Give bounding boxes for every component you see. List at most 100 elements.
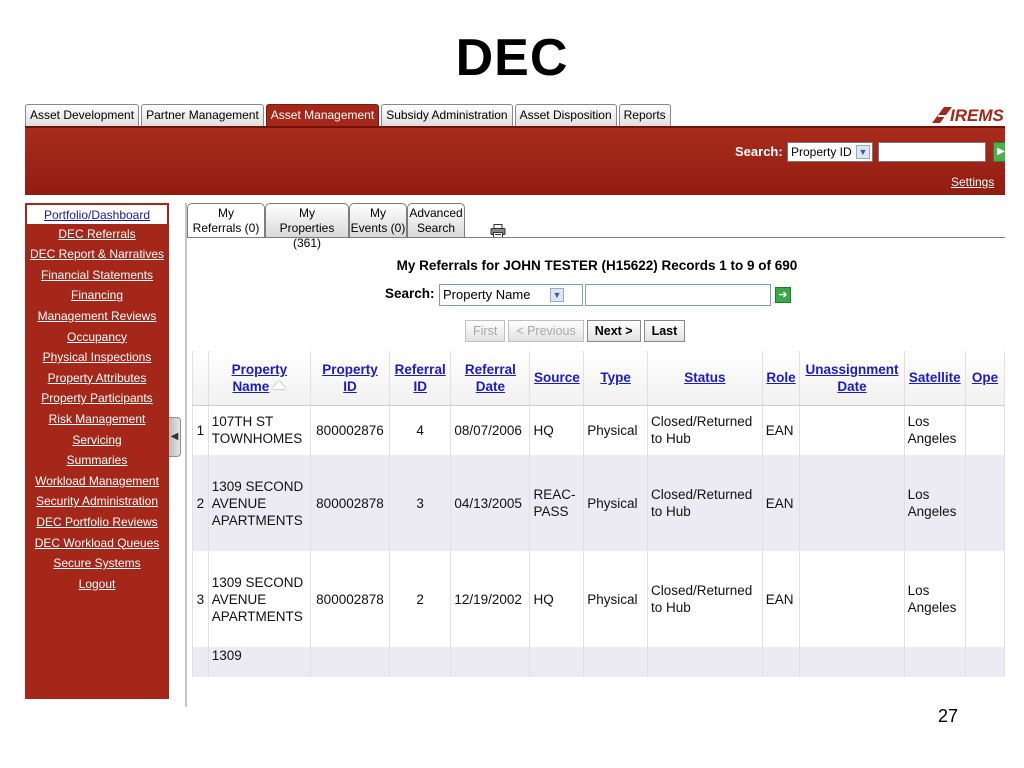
sidebar-item-financing[interactable]: Financing <box>25 285 169 306</box>
column-header-property-name[interactable]: Property Name <box>207 351 311 406</box>
panel-search-go-icon[interactable]: ➜ <box>775 287 791 303</box>
tab-asset-management[interactable]: Asset Management <box>265 104 380 126</box>
tab-my-properties-361[interactable]: My Properties (361) <box>265 203 349 250</box>
sidebar-item-security-administration[interactable]: Security Administration <box>25 491 169 512</box>
sidebar-item-servicing[interactable]: Servicing <box>25 430 169 451</box>
column-header-type[interactable]: Type <box>583 351 648 406</box>
main-panel: My Referrals (0) My Properties (361) My Event… <box>185 203 1005 707</box>
cell-type: Physical <box>583 455 648 551</box>
sort-ascending-icon <box>272 381 287 390</box>
header-bar: Search: Property ID ▼ ▶ Settings <box>25 126 1005 195</box>
sidebar-item-workload-management[interactable]: Workload Management <box>25 471 169 492</box>
sidebar-item-portfolio-dashboard[interactable]: Portfolio/Dashboard <box>27 205 167 224</box>
cell-property-id <box>309 647 391 677</box>
cell-unassignment-date <box>799 647 905 677</box>
sidebar-item-management-reviews[interactable]: Management Reviews <box>25 306 169 327</box>
print-icon[interactable] <box>490 224 506 238</box>
column-header-label: Satellite <box>908 370 961 386</box>
cell-referral-id <box>389 647 452 677</box>
column-header-property-id[interactable]: Property ID <box>309 351 391 406</box>
column-header-satellite[interactable]: Satellite <box>903 351 967 406</box>
table-row[interactable]: 3 1309 SECOND AVENUE APARTMENTS 800002878 2… <box>192 551 1005 647</box>
sidebar-item-physical-inspections[interactable]: Physical Inspections <box>25 347 169 368</box>
slide-title: DEC <box>455 29 569 87</box>
column-header-label: Role <box>766 370 796 386</box>
cell-type: Physical <box>583 405 648 455</box>
next-page-button[interactable]: Next > <box>586 320 641 342</box>
tab-label-line1: Advanced <box>409 206 463 220</box>
tab-asset-disposition[interactable]: Asset Disposition <box>514 104 617 126</box>
last-page-button[interactable]: Last <box>643 320 686 342</box>
sidebar-item-occupancy[interactable]: Occupancy <box>25 327 169 348</box>
sidebar-item-summaries[interactable]: Summaries <box>25 450 169 471</box>
column-header-label: Type <box>600 370 631 386</box>
cell-source: HQ <box>529 551 585 647</box>
cell-status: Closed/Returned to Hub <box>646 551 763 647</box>
cell-satellite <box>903 647 967 677</box>
column-header-status[interactable]: Status <box>646 351 763 406</box>
sidebar-item-secure-systems[interactable]: Secure Systems <box>25 553 169 574</box>
column-header-referral-id[interactable]: Referral ID <box>389 351 452 406</box>
cell-referral-date: 12/19/2002 <box>450 551 531 647</box>
table-row[interactable]: 1 107TH ST TOWNHOMES 800002876 4 08/07/2006 H… <box>192 405 1005 455</box>
cell-type <box>583 647 648 677</box>
tab-label-line2: Properties (361) <box>279 221 335 250</box>
tab-my-referrals-0[interactable]: My Referrals (0) <box>187 203 265 237</box>
sidebar-item-financial-statements[interactable]: Financial Statements <box>25 265 169 286</box>
panel-search-type-select[interactable]: Property Name ▼ <box>439 284 583 306</box>
module-tabs: Asset Development Partner Management Asset… <box>25 104 673 126</box>
panel-search-input[interactable] <box>585 284 771 306</box>
cell-referral-id: 4 <box>389 405 452 455</box>
sidebar-nav: Portfolio/Dashboard DEC Referrals DEC Repo… <box>25 203 169 699</box>
previous-page-button[interactable]: < Previous <box>508 320 584 342</box>
cell-unassignment-date <box>799 405 905 455</box>
sidebar-item-property-attributes[interactable]: Property Attributes <box>25 368 169 389</box>
tab-reports[interactable]: Reports <box>618 104 671 126</box>
tab-advanced-search[interactable]: Advanced Search <box>407 203 465 237</box>
cell-satellite: Los Angeles <box>903 455 967 551</box>
cell-referral-date: 04/13/2005 <box>450 455 531 551</box>
tab-label-line1: My <box>299 206 315 220</box>
tab-my-events-0[interactable]: My Events (0) <box>349 203 407 237</box>
cell-referral-date <box>450 647 531 677</box>
column-header-role[interactable]: Role <box>761 351 801 406</box>
cell-row-number <box>192 647 209 677</box>
cell-row-number: 1 <box>192 405 209 455</box>
column-header-ope[interactable]: Ope <box>965 351 1005 406</box>
cell-ope <box>965 455 1005 551</box>
column-header-referral-date[interactable]: Referral Date <box>450 351 531 406</box>
column-header-source[interactable]: Source <box>529 351 585 406</box>
sidebar-item-logout[interactable]: Logout <box>25 574 169 595</box>
tab-subsidy-administration[interactable]: Subsidy Administration <box>381 104 513 126</box>
cell-unassignment-date <box>799 455 905 551</box>
header-search-type-select[interactable]: Property ID ▼ <box>787 142 873 162</box>
sidebar-item-dec-portfolio-reviews[interactable]: DEC Portfolio Reviews <box>25 512 169 533</box>
tab-asset-development[interactable]: Asset Development <box>25 104 140 126</box>
tab-label-line2: Search <box>416 221 456 235</box>
sidebar-item-dec-workload-queues[interactable]: DEC Workload Queues <box>25 533 169 554</box>
cell-role: EAN <box>761 405 801 455</box>
header-search-input[interactable] <box>878 142 986 162</box>
chevron-down-icon[interactable]: ▼ <box>856 145 870 159</box>
tab-partner-management[interactable]: Partner Management <box>141 104 264 126</box>
header-search-go-icon[interactable]: ▶ <box>993 142 1005 162</box>
referrals-table: Property Name Property ID Referral ID Refer… <box>192 351 1005 677</box>
cell-role: EAN <box>761 455 801 551</box>
table-row[interactable]: 2 1309 SECOND AVENUE APARTMENTS 800002878 3… <box>192 455 1005 551</box>
cell-referral-id: 2 <box>389 551 452 647</box>
table-row[interactable]: 1309 <box>192 647 1005 677</box>
sidebar-item-dec-referrals[interactable]: DEC Referrals <box>25 224 169 245</box>
sidebar-item-risk-management[interactable]: Risk Management <box>25 409 169 430</box>
sidebar-item-dec-report-narratives[interactable]: DEC Report & Narratives <box>25 244 169 265</box>
chevron-down-icon[interactable]: ▼ <box>550 288 564 302</box>
settings-link[interactable]: Settings <box>951 175 994 189</box>
sidebar-collapse-icon[interactable]: ◀ <box>169 417 181 457</box>
cell-property-name: 1309 SECOND AVENUE APARTMENTS <box>207 551 311 647</box>
first-page-button[interactable]: First <box>465 320 506 342</box>
column-header-label: Source <box>533 370 580 386</box>
column-header-unassignment-date[interactable]: Unassignment Date <box>799 351 905 406</box>
irems-app-window: Asset Development Partner Management Asset… <box>25 101 1005 707</box>
panel-search-label: Search: <box>385 286 435 301</box>
sidebar-item-property-participants[interactable]: Property Participants <box>25 388 169 409</box>
column-header-label: Ope <box>971 370 999 386</box>
